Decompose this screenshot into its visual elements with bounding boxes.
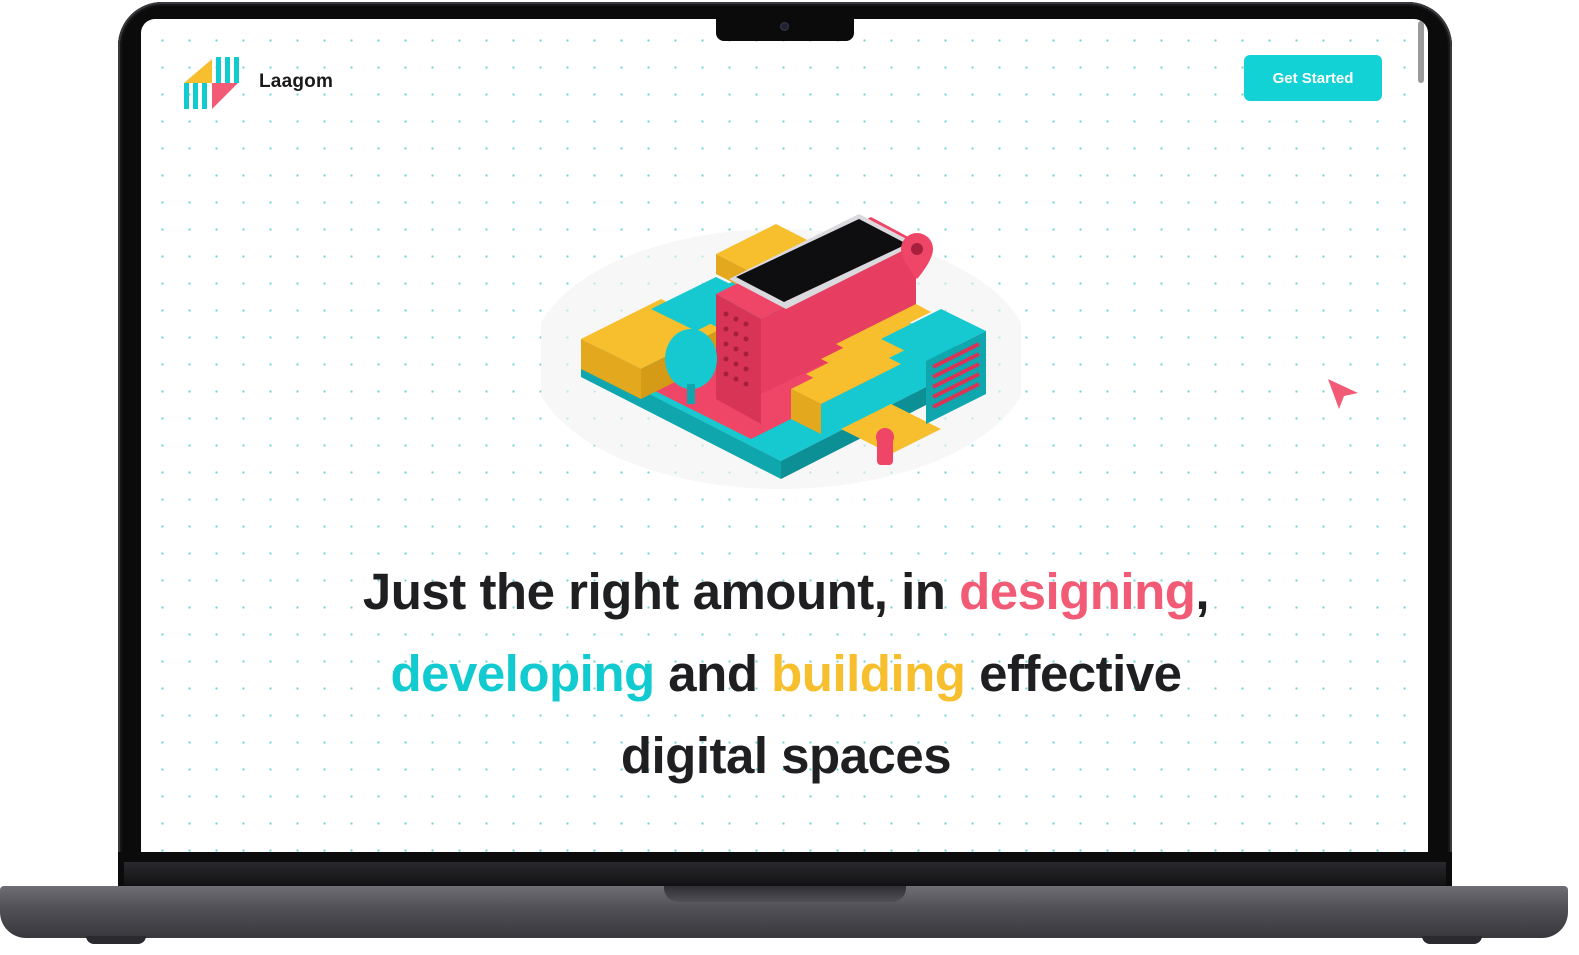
highlight-building: building [771, 645, 966, 702]
headline-text: , [1195, 563, 1210, 620]
headline-text: and [654, 645, 772, 702]
highlight-designing: designing [959, 563, 1196, 620]
headline-text: Just the right amount, in [362, 563, 960, 620]
get-started-button[interactable]: Get Started [1244, 55, 1382, 101]
highlight-developing: developing [390, 645, 655, 702]
headline-line-2: developing and building effective [241, 633, 1331, 715]
brand-name[interactable]: Laagom [259, 71, 333, 93]
laagom-logo-icon [184, 57, 239, 109]
laptop-lid-opening-notch [664, 886, 906, 902]
hero-headline: Just the right amount, in designing, dev… [241, 551, 1331, 797]
camera-notch [716, 18, 854, 41]
laptop-foot-left [86, 936, 146, 944]
headline-text: effective [965, 645, 1182, 702]
headline-line-3: digital spaces [620, 727, 952, 784]
headline-line-1: Just the right amount, in designing, [241, 551, 1331, 633]
scrollbar-thumb[interactable] [1418, 21, 1424, 83]
pointer-cursor-icon [1328, 379, 1358, 409]
laptop-mockup: Laagom Get Started Just the right amount… [0, 0, 1579, 955]
camera-icon [780, 22, 789, 31]
laptop-hinge [124, 862, 1446, 886]
isometric-city-phone-illustration [541, 214, 1021, 489]
website-screen: Laagom Get Started Just the right amount… [141, 19, 1428, 852]
laptop-foot-right [1422, 936, 1482, 944]
